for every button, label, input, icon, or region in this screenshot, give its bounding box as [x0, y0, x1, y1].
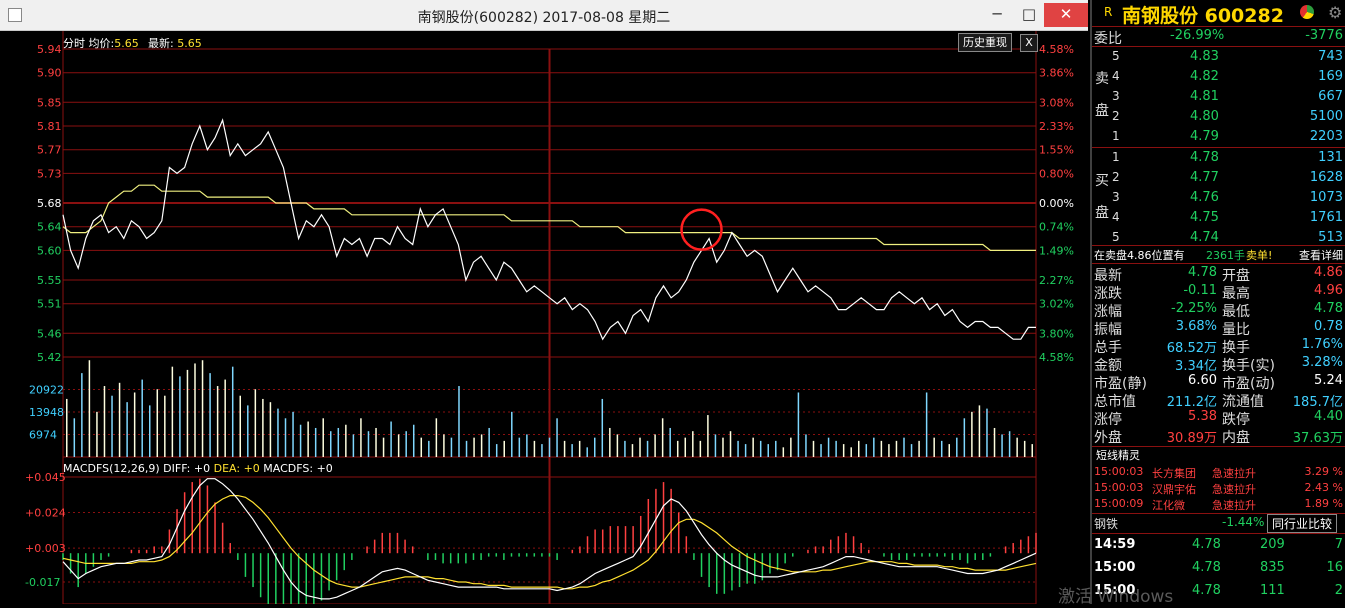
- chart-close-button[interactable]: X: [1020, 34, 1038, 52]
- price-tick-label: 5.55: [37, 274, 62, 287]
- pie-icon[interactable]: [1300, 5, 1314, 19]
- price-tick-label: 5.64: [37, 221, 62, 234]
- close-button[interactable]: ✕: [1044, 3, 1088, 27]
- price-tick-label: 5.81: [37, 120, 62, 133]
- buy-level-row: 3 4.76 1073: [1112, 190, 1343, 205]
- industry-compare-button[interactable]: 同行业比较: [1267, 514, 1338, 533]
- buy-label: 买盘: [1095, 173, 1109, 221]
- volume-tick-label: 20922: [29, 384, 64, 397]
- buy-level-row: 4 4.75 1761: [1112, 210, 1343, 225]
- price-tick-label: 5.77: [37, 144, 62, 157]
- pct-tick-label: 3.80%: [1039, 327, 1074, 340]
- pct-tick-label: 3.86%: [1039, 67, 1074, 80]
- stat-row: 最新 4.78 开盘 4.86: [1094, 265, 1343, 284]
- stat-row: 涨停 5.38 跌停 4.40: [1094, 409, 1343, 428]
- maximize-button[interactable]: □: [1012, 3, 1046, 27]
- quote-header: R 南钢股份 600282 ⚙: [1092, 0, 1345, 27]
- activation-watermark: 激活 Windows: [1058, 587, 1174, 607]
- pct-tick-label: 3.08%: [1039, 96, 1074, 109]
- price-tick-label: 5.42: [37, 351, 62, 364]
- chart-area[interactable]: 5.94 4.58% 5.90 3.86% 5.85 3.08% 5.81 2.33% 5.77…: [8, 31, 1088, 608]
- committee-row: 委比 -26.99% -3776: [1094, 28, 1343, 47]
- sector-row: 钢铁 -1.44% 同行业比较: [1092, 514, 1345, 533]
- sell-level-row: 3 4.81 667: [1112, 89, 1343, 104]
- pct-tick-label: 4.58%: [1039, 43, 1074, 56]
- pct-tick-label: 2.27%: [1039, 274, 1074, 287]
- pct-tick-label: 4.58%: [1039, 351, 1074, 364]
- stock-name: 南钢股份 600282: [1122, 5, 1284, 27]
- stat-row: 外盘 30.89万 内盘 37.63万: [1094, 430, 1343, 446]
- tick-row: 15:00 4.78 835 16: [1094, 560, 1343, 575]
- window-title: 南钢股份(600282) 2017-08-08 星期二: [417, 10, 671, 26]
- macd-tick-label: +0.003: [25, 542, 66, 555]
- pct-tick-label: 1.55%: [1039, 144, 1074, 157]
- r-tag: R: [1104, 5, 1113, 19]
- stat-row: 振幅 3.68% 量比 0.78: [1094, 319, 1343, 338]
- stat-row: 涨幅 -2.25% 最低 4.78: [1094, 301, 1343, 320]
- window-titlebar: 南钢股份(600282) 2017-08-08 星期二 ─ □ ✕: [0, 0, 1088, 31]
- price-tick-label: 5.90: [37, 67, 62, 80]
- tick-row: 14:59 4.78 209 7: [1094, 537, 1343, 552]
- stat-row: 总手 68.52万 换手 1.76%: [1094, 337, 1343, 356]
- alerts-title: 短线精灵: [1096, 449, 1140, 462]
- pct-tick-label: 0.00%: [1039, 197, 1074, 210]
- volume-tick-label: 13948: [29, 406, 64, 419]
- price-tick-label: 5.94: [37, 43, 62, 56]
- price-tick-label: 5.46: [37, 327, 62, 340]
- pct-tick-label: 1.49%: [1039, 244, 1074, 257]
- highlight-circle: [680, 208, 723, 251]
- gear-icon[interactable]: ⚙: [1328, 3, 1342, 22]
- intraday-chart[interactable]: 5.94 4.58% 5.90 3.86% 5.85 3.08% 5.81 2.33% 5.77…: [8, 31, 1088, 608]
- macd-tick-label: +0.024: [25, 507, 66, 520]
- pct-tick-label: 3.02%: [1039, 298, 1074, 311]
- pct-tick-label: 0.74%: [1039, 221, 1074, 234]
- buy-level-row: 1 4.78 131: [1112, 150, 1343, 165]
- volume-tick-label: 6974: [29, 429, 57, 442]
- price-tick-label: 5.51: [37, 298, 62, 311]
- sell-level-row: 4 4.82 169: [1112, 69, 1343, 84]
- sell-level-row: 5 4.83 743: [1112, 49, 1343, 64]
- stat-row: 涨跌 -0.11 最高 4.96: [1094, 283, 1343, 302]
- quote-panel: R 南钢股份 600282 ⚙ 委比 -26.99% -3776 5 4.83 74…: [1058, 0, 1345, 607]
- macd-tick-label: +0.045: [25, 471, 66, 484]
- history-replay-button[interactable]: 历史重现: [958, 33, 1012, 52]
- chart-header-label: 分时 均价:5.65: [63, 37, 139, 50]
- buy-level-row: 2 4.77 1628: [1112, 170, 1343, 185]
- stat-row: 市盈(静) 6.60 市盈(动) 5.24: [1094, 373, 1343, 392]
- price-tick-label: 5.85: [37, 96, 62, 109]
- avg-value: 5.65: [114, 37, 139, 50]
- sell-label: 卖盘: [1095, 71, 1109, 119]
- price-tick-label: 5.60: [37, 244, 62, 257]
- sell-level-row: 2 4.80 5100: [1112, 109, 1343, 124]
- pct-tick-label: 2.33%: [1039, 120, 1074, 133]
- macd-tick-label: -0.017: [25, 576, 60, 589]
- price-tick-label: 5.73: [37, 167, 62, 180]
- macd-header: MACDFS(12,26,9) DIFF: +0 DEA: +0 MACDFS:…: [63, 462, 333, 475]
- latest-price-label: 最新: 5.65: [148, 37, 202, 50]
- pct-tick-label: 0.80%: [1039, 167, 1074, 180]
- minimize-button[interactable]: ─: [980, 3, 1014, 27]
- price-tick-label: 5.68: [37, 197, 62, 210]
- sell-level-row: 1 4.79 2203: [1112, 129, 1343, 144]
- stat-row: 金额 3.34亿 换手(实) 3.28%: [1094, 355, 1343, 374]
- stat-row: 总市值 211.2亿 流通值 185.7亿: [1094, 394, 1343, 410]
